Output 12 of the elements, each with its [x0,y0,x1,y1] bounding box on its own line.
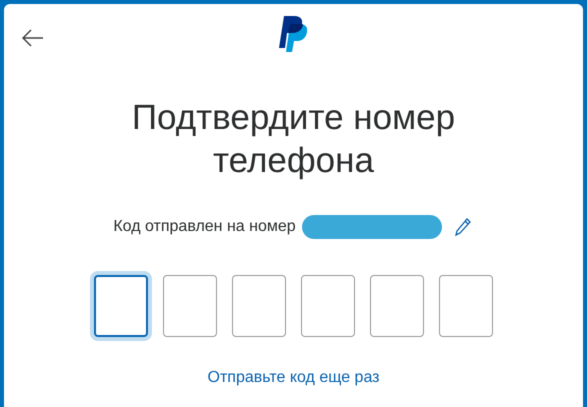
code-sent-text: Код отправлен на номер [113,218,296,236]
code-digit-field[interactable] [439,275,493,337]
back-arrow-icon [22,29,44,47]
resend-code-link[interactable]: Отправьте код еще раз [208,369,380,387]
code-digit-field[interactable] [370,275,424,337]
logo-icon [278,14,310,54]
code-digit-field[interactable] [94,275,148,337]
code-digit-field[interactable] [163,275,217,337]
code-digit-field[interactable] [301,275,355,337]
code-digit-field[interactable] [232,275,286,337]
pencil-icon [454,217,472,237]
page-title: Подтвердите номер телефона [130,97,456,182]
